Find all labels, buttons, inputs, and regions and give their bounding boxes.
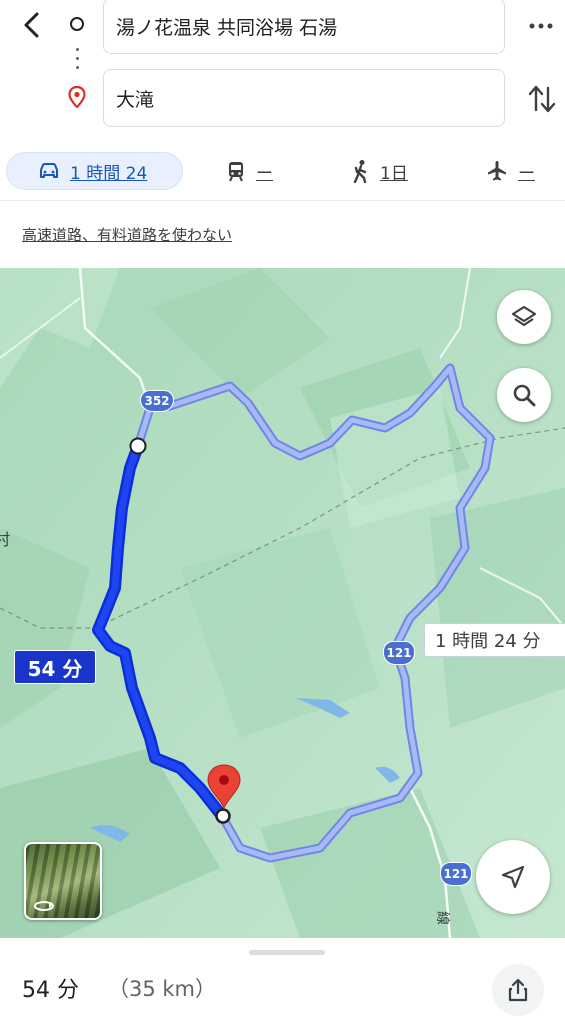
street-view-icon [34,901,54,911]
summary-duration: 54 分 [22,978,79,1003]
map-edge-text-left: 村 [0,530,11,549]
walk-time: 1日 [380,163,408,184]
car-icon [40,163,58,178]
drag-handle[interactable] [249,950,325,955]
tab-walk[interactable]: 1日 [352,152,408,190]
street-view-thumbnail[interactable] [24,842,102,920]
tab-flight[interactable]: ー [486,152,535,190]
road-badge-121-b: 121 [440,862,472,886]
tab-drive[interactable]: 1 時間 24 [38,152,147,190]
drive-time: 1 時間 24 [70,163,148,184]
road-badge-352: 352 [140,390,174,412]
road-badge-121-a: 121 [383,641,415,665]
layers-button[interactable] [497,290,551,344]
more-icon [529,23,553,29]
map-canvas [0,268,565,938]
divider [0,200,565,201]
bottom-sheet[interactable]: 54 分 （35 km） [0,938,565,1024]
map[interactable]: 352 121 121 村 線 54 分 1 時間 24 分 [0,268,565,938]
plane-icon [488,161,506,181]
avoid-highways-link[interactable]: 高速道路、有料道路を使わない [22,224,232,245]
destination-field[interactable]: 大滝 [103,69,505,127]
layers-icon [511,305,537,327]
summary-distance: （35 km） [108,977,217,1001]
tab-transit[interactable]: ー [226,152,273,190]
swap-button[interactable] [526,82,558,116]
origin-circle-icon [70,17,84,31]
search-button[interactable] [497,368,551,422]
navigation-button[interactable] [476,840,550,914]
more-button[interactable] [524,12,558,40]
walk-icon [353,160,367,183]
destination-marker [215,808,231,824]
map-edge-text-bottom: 線 [434,911,450,925]
transit-time: ー [256,163,273,184]
route-dots [76,48,79,76]
alt-route-label[interactable]: 1 時間 24 分 [424,623,565,657]
back-button[interactable] [16,8,50,42]
swap-icon [528,85,556,113]
destination-text: 大滝 [116,88,155,111]
origin-marker [129,437,147,455]
search-icon [513,384,536,407]
back-arrow-icon [24,12,39,38]
navigation-icon [501,865,525,889]
flight-time: ー [518,163,535,184]
share-icon [508,978,528,1002]
share-button[interactable] [492,964,544,1016]
origin-field[interactable]: 湯ノ花温泉 共同浴場 石湯 [103,0,505,54]
destination-pin-icon [68,85,86,112]
selected-route-label[interactable]: 54 分 [14,650,96,684]
origin-text: 湯ノ花温泉 共同浴場 石湯 [116,16,338,39]
train-icon [229,162,243,182]
